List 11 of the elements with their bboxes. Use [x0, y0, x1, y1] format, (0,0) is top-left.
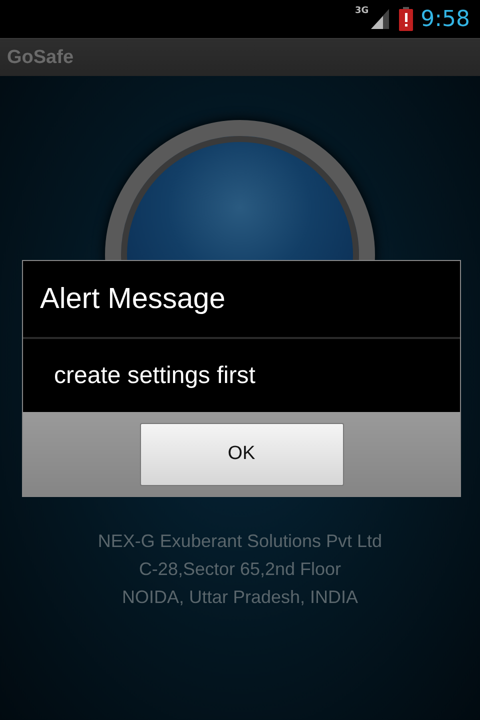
dialog-title: Alert Message [23, 261, 460, 339]
dialog-message: create settings first [53, 360, 256, 390]
address-line: C-28,Sector 65,2nd Floor [138, 558, 342, 581]
address-line: NEX-G Exuberant Solutions Pvt Ltd [98, 530, 382, 553]
clock: 9:58 [420, 6, 470, 32]
network-type: 3G [354, 6, 369, 16]
signal-icon [368, 8, 391, 30]
app-title: GoSafe [7, 46, 74, 68]
battery-icon [398, 7, 413, 31]
address-line: NOIDA, Uttar Pradesh, INDIA [122, 586, 358, 609]
ok-button[interactable]: OK [140, 422, 344, 486]
